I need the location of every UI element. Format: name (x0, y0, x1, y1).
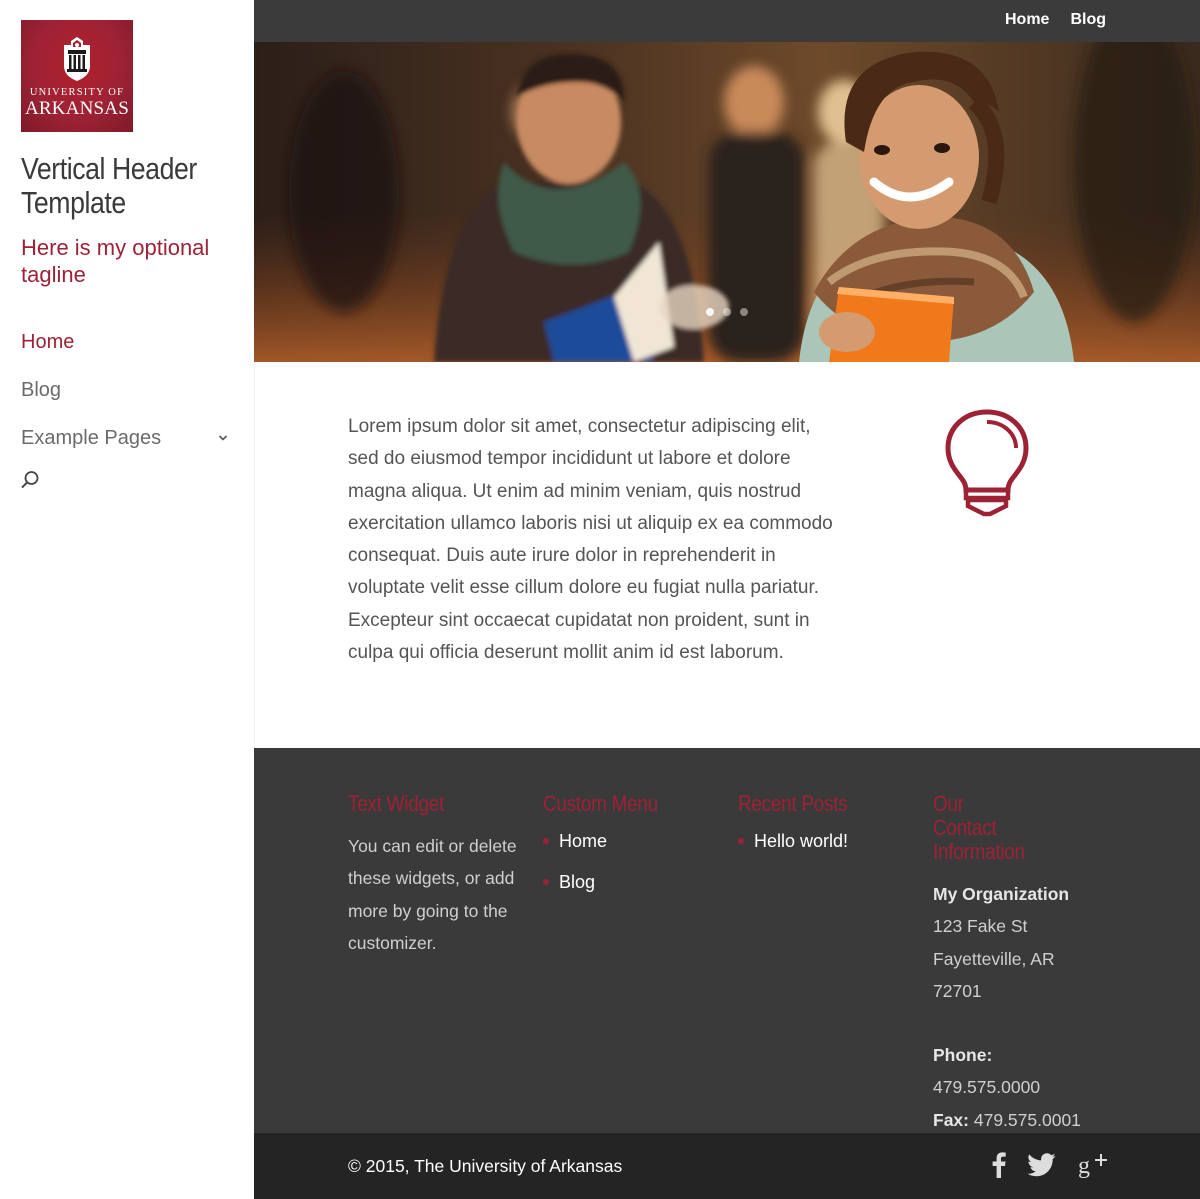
site-title[interactable]: Vertical Header Template (21, 152, 210, 220)
logo-university-of: UNIVERSITY OF (29, 87, 125, 98)
widget-title: Text Widget (348, 791, 445, 816)
fax-number: 479.575.0001 (973, 1109, 1081, 1130)
sidebar-item-label: Blog (21, 378, 62, 401)
contact-spacer (933, 1007, 1108, 1039)
sidebar-item-label: Example Pages (21, 426, 162, 449)
widget-title: Custom Menu (543, 791, 658, 816)
search-icon[interactable] (20, 470, 40, 490)
logo-arkansas: ARKANSAS (24, 98, 129, 119)
sidebar-item-home[interactable]: Home (21, 318, 236, 366)
university-logo[interactable]: UNIVERSITY OF ARKANSAS (21, 20, 133, 132)
contact-org-name: My Organization (933, 884, 1070, 904)
chevron-down-icon[interactable] (218, 433, 228, 443)
recent-posts-widget: Recent Posts Hello world! (738, 792, 908, 871)
copyright-text: © 2015, The University of Arkansas (348, 1156, 623, 1176)
contact-zip: 72701 (933, 980, 982, 1001)
custom-menu-list: Home Blog (543, 830, 713, 894)
fax-label: Fax: (933, 1109, 969, 1130)
contact-widget: Our Contact Information My Organization … (933, 792, 1108, 1136)
top-nav-blog[interactable]: Blog (1070, 11, 1106, 29)
contact-fax: Fax: 479.575.0001 (933, 1104, 1108, 1136)
text-widget: Text Widget You can edit or delete these… (348, 792, 528, 959)
hero-slider[interactable] (254, 42, 1200, 362)
contact-street: 123 Fake St (933, 916, 1028, 937)
contact-city: Fayetteville, AR (933, 948, 1055, 969)
phone-label: Phone: (933, 1045, 993, 1066)
slider-pagination (706, 308, 748, 316)
sidebar-item-blog[interactable]: Blog (21, 366, 236, 414)
footer-menu-home[interactable]: Home (543, 830, 713, 853)
top-nav-home[interactable]: Home (1005, 11, 1049, 29)
recent-post-link[interactable]: Hello world! (738, 830, 908, 853)
recent-posts-list: Hello world! (738, 830, 908, 853)
sidebar-nav: Home Blog Example Pages (21, 318, 236, 462)
sidebar-item-example-pages[interactable]: Example Pages (21, 414, 236, 462)
footer-widgets: Text Widget You can edit or delete these… (254, 748, 1200, 1133)
widget-text: You can edit or delete these widgets, or… (348, 836, 517, 953)
contact-org: My Organization (933, 878, 1108, 910)
slider-dot-2[interactable] (723, 308, 731, 316)
svg-text:g: g (1078, 1153, 1090, 1178)
body-paragraph: Lorem ipsum dolor sit amet, consectetur … (348, 416, 833, 664)
custom-menu-widget: Custom Menu Home Blog (543, 792, 713, 912)
slider-dot-3[interactable] (740, 308, 748, 316)
social-links: g (992, 1152, 1108, 1178)
lightbulb-icon (945, 409, 1029, 517)
footer-menu-blog[interactable]: Blog (543, 871, 713, 894)
bottom-bar: © 2015, The University of Arkansas g (254, 1133, 1200, 1199)
widget-title: Our Contact Information (933, 791, 1025, 864)
site-tagline: Here is my optional tagline (21, 235, 210, 287)
top-nav: Home Blog (1005, 11, 1106, 29)
vertical-header: UNIVERSITY OF ARKANSAS Vertical Header T… (0, 0, 254, 1199)
widget-title: Recent Posts (738, 791, 848, 816)
facebook-icon[interactable] (992, 1152, 1006, 1178)
old-main-crest-icon (64, 37, 90, 81)
top-bar: Home Blog (254, 0, 1200, 42)
google-plus-icon[interactable]: g (1078, 1152, 1108, 1178)
slider-dot-1[interactable] (706, 308, 714, 316)
contact-phone-label: Phone: (933, 1039, 1108, 1071)
sidebar-item-label: Home (21, 330, 75, 353)
twitter-icon[interactable] (1028, 1153, 1056, 1177)
contact-phone: 479.575.0000 (933, 1077, 1041, 1098)
